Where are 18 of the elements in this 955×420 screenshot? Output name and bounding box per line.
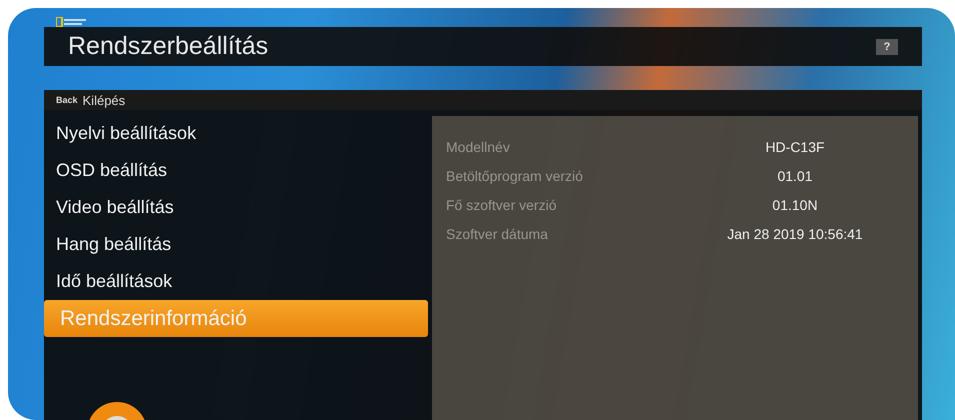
screen-title: Rendszerbeállítás (68, 32, 268, 61)
exit-label: Kilépés (82, 92, 126, 108)
menu-item[interactable]: Video beállítás (44, 189, 428, 226)
info-label: Szoftver dátuma (446, 226, 549, 242)
info-label: Betöltőprogram verzió (446, 168, 584, 184)
menu-item[interactable]: OSD beállítás (44, 152, 428, 189)
info-value: 01.10N (772, 196, 818, 212)
channel-logo-icon (56, 17, 86, 27)
info-label: Fő szoftver verzió (446, 196, 558, 212)
info-value: HD-C13F (765, 138, 825, 154)
info-value: 01.01 (777, 168, 813, 184)
info-value: Jan 28 2019 10:56:41 (727, 226, 863, 242)
help-button[interactable]: ? (876, 38, 898, 54)
back-key-label: Back (56, 95, 78, 105)
menu-item[interactable]: Idő beállítások (44, 263, 428, 300)
info-label: Modellnév (446, 138, 511, 154)
menu-item[interactable]: Nyelvi beállítások (44, 115, 428, 152)
menu-item[interactable]: Hang beállítás (44, 226, 428, 263)
